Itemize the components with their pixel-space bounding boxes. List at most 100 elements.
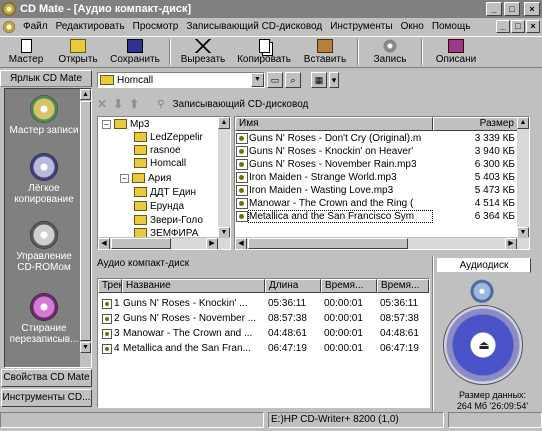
- folder-tree: − Mp3 LedZeppelir rasnoe Homcall − Ария …: [97, 116, 231, 250]
- menu-window[interactable]: Окно: [397, 21, 428, 32]
- size-column-header[interactable]: Размер: [433, 117, 519, 131]
- view-dropdown-icon[interactable]: ▾: [329, 72, 339, 88]
- tree-node[interactable]: − Ария: [120, 172, 171, 184]
- child-minimize-button[interactable]: _: [496, 20, 510, 33]
- menu-help[interactable]: Помощь: [428, 21, 475, 32]
- menu-cd-writer[interactable]: Записывающий CD-дисковод: [182, 21, 326, 32]
- cd-writer-label: Записывающий CD-дисковод: [172, 98, 309, 110]
- start-time-column-header[interactable]: Время...: [321, 279, 377, 293]
- track-end: 05:36:11: [380, 298, 419, 309]
- track-row[interactable]: 3 Manowar - The Crown and ... 04:48:61 0…: [98, 327, 429, 340]
- tree-node[interactable]: Звери-Голо: [134, 214, 203, 226]
- eject-icon[interactable]: ⏏: [474, 334, 494, 356]
- title-column-header[interactable]: Название: [122, 279, 265, 293]
- splitter[interactable]: [432, 256, 434, 411]
- easy-copy-item[interactable]: Лёгкое копирование: [7, 153, 81, 205]
- status-pane-right: [448, 412, 542, 428]
- menu-edit[interactable]: Редактировать: [52, 21, 129, 32]
- scroll-up-icon[interactable]: ▲: [80, 89, 91, 100]
- tree-hscrollbar[interactable]: ◀ ▶: [98, 237, 230, 249]
- scroll-right-icon[interactable]: ▶: [505, 238, 517, 249]
- tree-node[interactable]: Ерунда: [134, 200, 184, 212]
- file-row[interactable]: Iron Maiden - Strange World.mp3 5 403 КБ: [235, 171, 519, 184]
- path-combobox[interactable]: Homcall ▼: [97, 72, 265, 88]
- cd-tools-button[interactable]: Инструменты CD...: [1, 389, 92, 407]
- arrow-down-icon[interactable]: ⬇: [113, 97, 123, 111]
- track-list: Трек Название Длина Время... Время... 1 …: [97, 278, 430, 408]
- close-button[interactable]: ×: [524, 2, 540, 16]
- save-button[interactable]: Сохранить: [104, 37, 166, 67]
- copy-button[interactable]: Копировать: [232, 37, 296, 67]
- shortcut-tab[interactable]: Ярлык CD Mate: [0, 70, 92, 87]
- file-row[interactable]: Guns N' Roses - Don't Cry (Original).m 3…: [235, 132, 519, 145]
- child-close-button[interactable]: ×: [526, 20, 540, 33]
- tree-node[interactable]: LedZeppelir: [134, 131, 203, 143]
- scroll-thumb[interactable]: [248, 238, 408, 249]
- file-row[interactable]: Metallica and the San Francisco Sym 6 36…: [235, 210, 519, 223]
- cdrom-control-item[interactable]: Управление CD-ROMом: [7, 221, 81, 273]
- scroll-up-icon[interactable]: ▲: [517, 117, 529, 129]
- file-list-hscrollbar[interactable]: ◀ ▶: [235, 237, 529, 249]
- file-size: 4 514 КБ: [474, 198, 515, 209]
- arrow-up-icon[interactable]: ⬆: [129, 97, 139, 111]
- minimize-button[interactable]: _: [486, 2, 502, 16]
- erase-item[interactable]: Стирание перезаписыв...: [7, 293, 81, 345]
- shortcut-scrollbar[interactable]: ▲ ▼: [79, 89, 91, 367]
- name-column-header[interactable]: Имя: [235, 117, 433, 131]
- collapse-icon[interactable]: −: [120, 173, 129, 183]
- tree-node[interactable]: ДДТ Един: [134, 186, 196, 198]
- scroll-up-icon[interactable]: ▲: [218, 117, 230, 129]
- track-row[interactable]: 1 Guns N' Roses - Knockin' ... 05:36:11 …: [98, 297, 429, 310]
- view-mode-icon[interactable]: ▦: [311, 72, 327, 88]
- child-restore-button[interactable]: □: [511, 20, 525, 33]
- scroll-thumb[interactable]: [80, 101, 91, 341]
- tree-node-label: LedZeppelir: [150, 131, 203, 143]
- save-label: Сохранить: [110, 54, 160, 65]
- track-row[interactable]: 2 Guns N' Roses - November ... 08:57:38 …: [98, 312, 429, 325]
- file-row[interactable]: Iron Maiden - Wasting Love.mp3 5 473 КБ: [235, 184, 519, 197]
- cdmate-properties-button[interactable]: Свойства CD Mate: [1, 369, 92, 387]
- tree-node[interactable]: rasnoe: [134, 144, 181, 156]
- scroll-thumb[interactable]: [111, 238, 171, 249]
- file-row[interactable]: Guns N' Roses - Knockin' on Heaver' 3 94…: [235, 145, 519, 158]
- burn-button[interactable]: Запись: [362, 37, 418, 67]
- delete-icon[interactable]: ✕: [97, 97, 107, 111]
- app-icon[interactable]: [2, 2, 16, 16]
- scroll-left-icon[interactable]: ◀: [98, 238, 110, 249]
- tree-vscrollbar[interactable]: ▲ ▼: [218, 117, 230, 239]
- document-icon[interactable]: [3, 20, 15, 33]
- end-time-column-header[interactable]: Время...: [377, 279, 429, 293]
- cut-button[interactable]: Вырезать: [174, 37, 232, 67]
- collapse-icon[interactable]: −: [102, 119, 111, 129]
- record-wizard-item[interactable]: Мастер записи: [7, 95, 81, 136]
- scroll-right-icon[interactable]: ▶: [206, 238, 218, 249]
- file-row[interactable]: Manowar - The Crown and the Ring ( 4 514…: [235, 197, 519, 210]
- file-row[interactable]: Guns N' Roses - November Rain.mp3 6 300 …: [235, 158, 519, 171]
- paste-button[interactable]: Вставить: [296, 37, 354, 67]
- maximize-button[interactable]: □: [504, 2, 520, 16]
- scroll-left-icon[interactable]: ◀: [235, 238, 247, 249]
- menu-tools[interactable]: Инструменты: [326, 21, 396, 32]
- chevron-down-icon[interactable]: ▼: [251, 73, 264, 87]
- data-size-value: 264 Мб '26:09:54': [456, 401, 529, 411]
- folder-up-icon[interactable]: ▭: [267, 72, 283, 88]
- menu-file[interactable]: Файл: [19, 21, 52, 32]
- length-column-header[interactable]: Длина: [265, 279, 321, 293]
- cdrom-control-label: Управление CD-ROMом: [16, 251, 72, 273]
- find-icon[interactable]: ⌕: [285, 72, 301, 88]
- track-row[interactable]: 4 Metallica and the San Fran... 06:47:19…: [98, 342, 429, 355]
- tree-node[interactable]: − Mp3: [102, 118, 149, 130]
- track-column-header[interactable]: Трек: [98, 279, 122, 293]
- folder-icon: [134, 132, 147, 142]
- folder-icon: [134, 158, 147, 168]
- file-list-vscrollbar[interactable]: ▲ ▼: [517, 117, 529, 239]
- description-button[interactable]: Описани: [426, 37, 486, 67]
- audio-track-icon: [102, 328, 112, 339]
- audio-disc-tab[interactable]: Аудиодиск: [437, 258, 531, 273]
- menu-view[interactable]: Просмотр: [129, 21, 183, 32]
- wizard-button[interactable]: Мастер: [0, 37, 52, 67]
- scroll-down-icon[interactable]: ▼: [80, 342, 91, 353]
- tree-node[interactable]: Homcall: [134, 157, 186, 169]
- open-button[interactable]: Открыть: [52, 37, 104, 67]
- audio-track-icon: [102, 343, 112, 354]
